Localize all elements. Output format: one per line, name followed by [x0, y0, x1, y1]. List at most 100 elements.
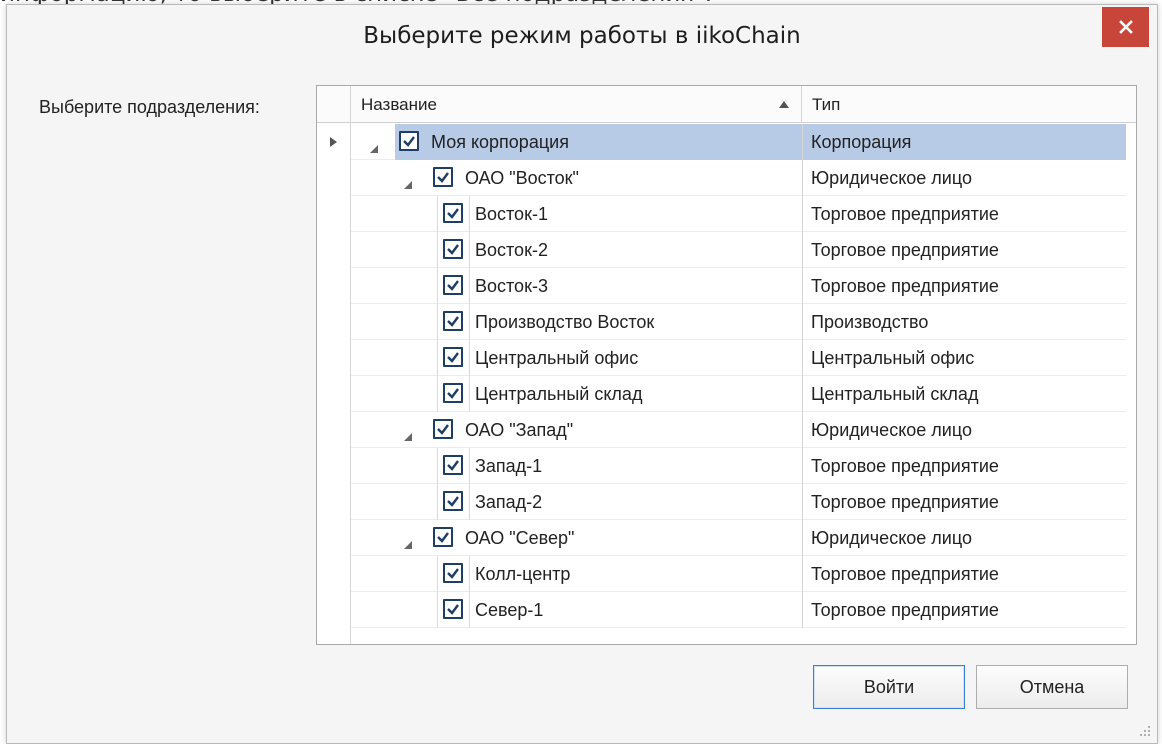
checkmark-icon — [437, 532, 449, 543]
tree-guide-line — [469, 340, 470, 376]
tree-row[interactable]: Колл-центр Торговое предприятие — [351, 556, 1126, 592]
row-checkbox[interactable] — [443, 203, 463, 223]
checkmark-icon — [447, 388, 459, 399]
checkmark-icon — [447, 280, 459, 291]
tree-row-type: Торговое предприятие — [802, 448, 1126, 484]
tree-row-name-cell: Север-1 — [437, 592, 802, 628]
tree-row-name: Восток-3 — [475, 276, 548, 296]
tree-row[interactable]: Восток-2 Торговое предприятие — [351, 232, 1126, 268]
checkmark-icon — [447, 352, 459, 363]
checkmark-icon — [403, 136, 415, 147]
tree-row-type: Юридическое лицо — [802, 412, 1126, 448]
tree-row-name: Центральный склад — [475, 384, 643, 404]
tree-row-name: ОАО "Восток" — [465, 168, 579, 188]
tree-guide-line — [469, 448, 470, 484]
tree-row-type: Торговое предприятие — [802, 592, 1126, 628]
tree-row-name: ОАО "Север" — [465, 528, 575, 548]
tree-row-name: Восток-1 — [475, 204, 548, 224]
checkmark-icon — [447, 316, 459, 327]
row-checkbox[interactable] — [399, 131, 419, 151]
row-checkbox[interactable] — [443, 455, 463, 475]
tree-row-name: Восток-2 — [475, 240, 548, 260]
tree-row-type: Торговое предприятие — [802, 268, 1126, 304]
tree-guide-line — [437, 556, 438, 592]
tree-row-type: Торговое предприятие — [802, 196, 1126, 232]
tree-guide-line — [437, 340, 438, 376]
tree-row-name: Запад-2 — [475, 492, 543, 512]
checkmark-icon — [437, 424, 449, 435]
row-checkbox[interactable] — [433, 527, 453, 547]
tree-guide-line — [437, 268, 438, 304]
tree-guide-line — [437, 484, 438, 520]
row-checkbox[interactable] — [443, 383, 463, 403]
checkmark-icon — [447, 244, 459, 255]
row-checkbox[interactable] — [443, 599, 463, 619]
cancel-button[interactable]: Отмена — [976, 665, 1128, 709]
tree-row[interactable]: Центральный офис Центральный офис — [351, 340, 1126, 376]
row-checkbox[interactable] — [443, 347, 463, 367]
dialog-title: Выберите режим работы в iikoChain — [363, 23, 801, 49]
tree-row-type: Торговое предприятие — [802, 232, 1126, 268]
tree-row[interactable]: Производство Восток Производство — [351, 304, 1126, 340]
tree-row-type: Торговое предприятие — [802, 556, 1126, 592]
tree-guide-line — [437, 376, 438, 412]
tree-guide-line — [469, 556, 470, 592]
tree-row[interactable]: Запад-2 Торговое предприятие — [351, 484, 1126, 520]
tree-guide-line — [469, 268, 470, 304]
tree-row[interactable]: ОАО "Восток" Юридическое лицо — [351, 160, 1126, 196]
tree-row-type: Торговое предприятие — [802, 484, 1126, 520]
tree-row-name: Производство Восток — [475, 312, 655, 332]
tree-row-name-cell: Запад-2 — [437, 484, 802, 520]
row-checkbox[interactable] — [433, 419, 453, 439]
tree-row-name-cell: Моя корпорация — [370, 124, 802, 160]
tree-row-name-cell: Центральный склад — [437, 376, 802, 412]
tree-guide-line — [469, 232, 470, 268]
tree-row-name: Моя корпорация — [431, 132, 569, 152]
tree-row[interactable]: Восток-1 Торговое предприятие — [351, 196, 1126, 232]
tree-guide-line — [469, 484, 470, 520]
tree-row[interactable]: Центральный склад Центральный склад — [351, 376, 1126, 412]
tree-guide-line — [469, 592, 470, 628]
row-checkbox[interactable] — [443, 491, 463, 511]
tree-row-name: Север-1 — [475, 600, 544, 620]
tree-row-type: Центральный офис — [802, 340, 1126, 376]
tree-row-type: Корпорация — [802, 124, 1126, 160]
tree-row-type: Юридическое лицо — [802, 160, 1126, 196]
tree-row-name-cell: ОАО "Запад" — [404, 412, 802, 448]
checkmark-icon — [447, 208, 459, 219]
tree-row[interactable]: ОАО "Запад" Юридическое лицо — [351, 412, 1126, 448]
tree-row-name: Центральный офис — [475, 348, 639, 368]
row-checkbox[interactable] — [443, 311, 463, 331]
login-button[interactable]: Войти — [813, 665, 965, 709]
row-checkbox[interactable] — [443, 275, 463, 295]
tree-row-name: Колл-центр — [475, 564, 571, 584]
close-button[interactable] — [1102, 7, 1149, 47]
resize-grip-icon[interactable] — [1139, 725, 1151, 737]
tree-guide-line — [437, 196, 438, 232]
collapse-arrow-icon[interactable] — [403, 534, 413, 549]
tree-row-name-cell: ОАО "Север" — [404, 520, 802, 556]
departments-tree-grid[interactable]: Название Тип Моя корпорация Корпорация ОАО… — [316, 85, 1137, 645]
departments-label: Выберите подразделения: — [39, 97, 260, 117]
tree-row-name-cell: Центральный офис — [437, 340, 802, 376]
sort-ascending-icon — [779, 101, 789, 108]
current-row-arrow-icon — [330, 137, 337, 147]
checkmark-icon — [447, 568, 459, 579]
collapse-arrow-icon[interactable] — [403, 426, 413, 441]
tree-row[interactable]: ОАО "Север" Юридическое лицо — [351, 520, 1126, 556]
tree-row[interactable]: Запад-1 Торговое предприятие — [351, 448, 1126, 484]
collapse-arrow-icon[interactable] — [403, 174, 413, 189]
tree-row-type: Производство — [802, 304, 1126, 340]
dialog-titlebar[interactable]: Выберите режим работы в iikoChain — [7, 5, 1157, 71]
tree-row[interactable]: Моя корпорация Корпорация — [351, 124, 1126, 160]
tree-guide-line — [437, 232, 438, 268]
tree-row-name-cell: Восток-1 — [437, 196, 802, 232]
tree-row[interactable]: Восток-3 Торговое предприятие — [351, 268, 1126, 304]
column-header-type[interactable]: Тип — [802, 86, 1136, 123]
row-checkbox[interactable] — [443, 239, 463, 259]
row-checkbox[interactable] — [433, 167, 453, 187]
column-header-name[interactable]: Название — [351, 86, 802, 123]
collapse-arrow-icon[interactable] — [369, 138, 379, 153]
tree-row[interactable]: Север-1 Торговое предприятие — [351, 592, 1126, 628]
row-checkbox[interactable] — [443, 563, 463, 583]
